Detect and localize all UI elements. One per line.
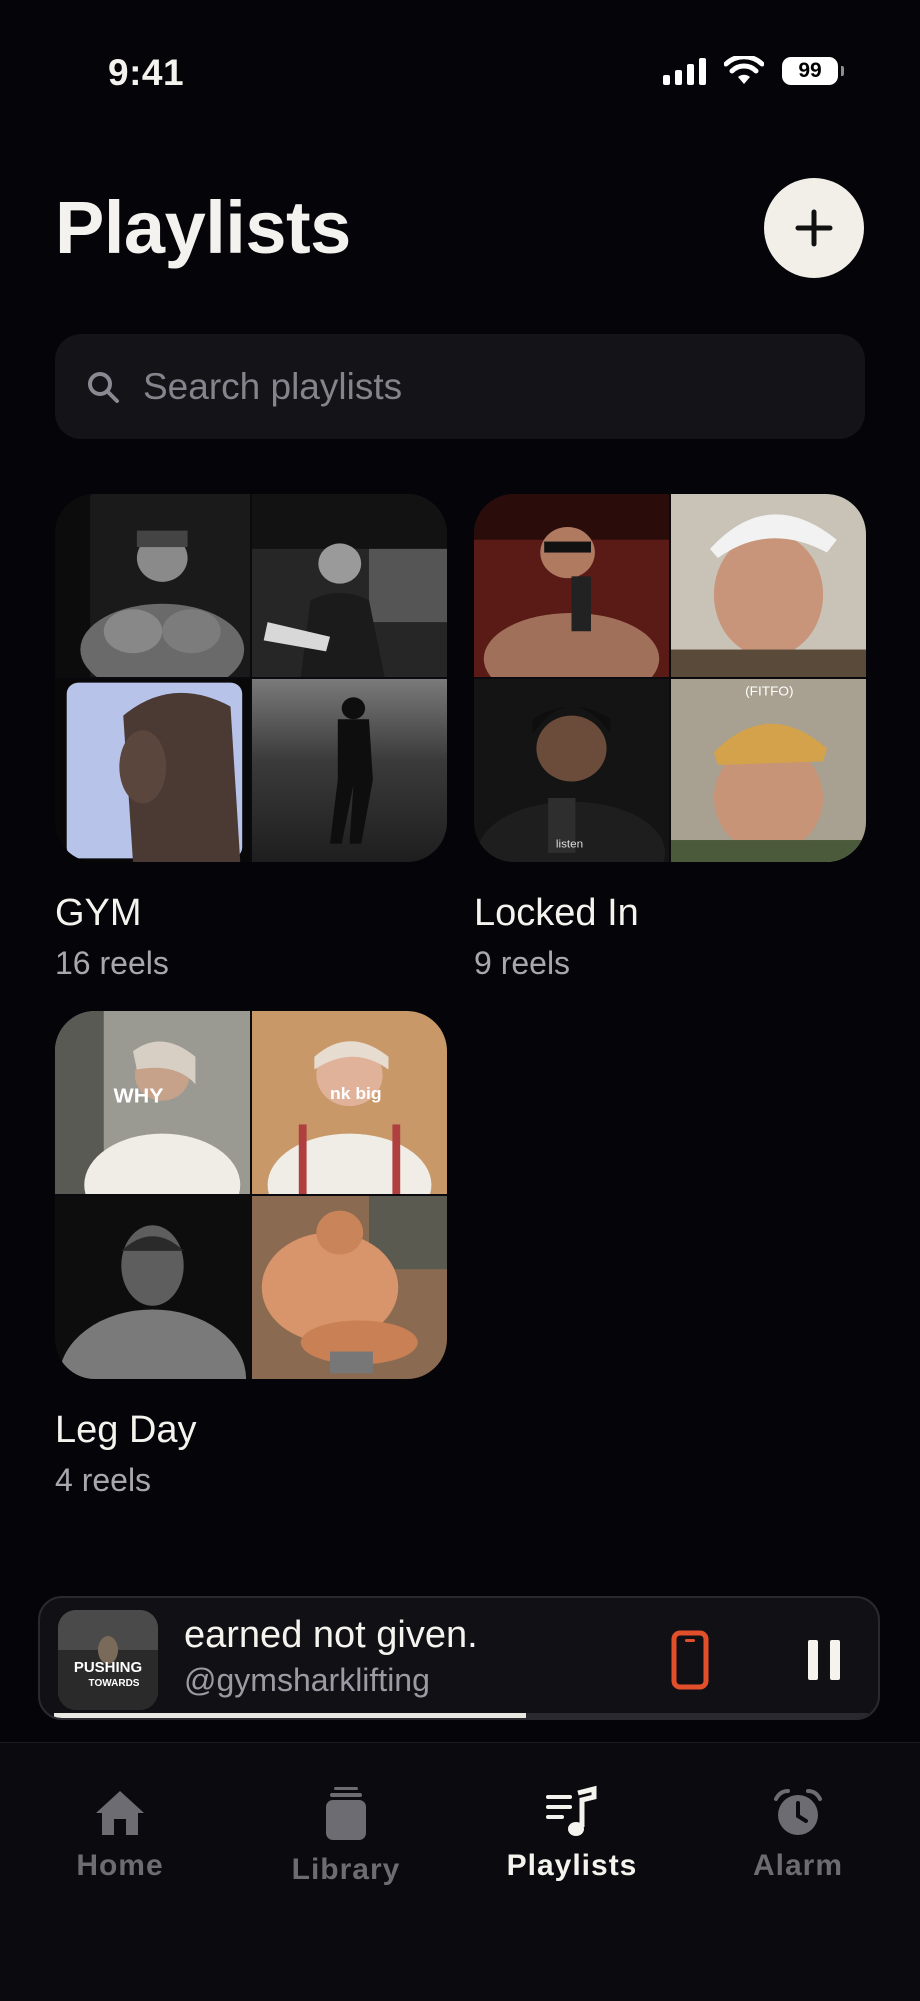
home-icon xyxy=(96,1791,144,1835)
tab-label: Alarm xyxy=(752,1849,844,1882)
thumbnail-caption: nk big xyxy=(330,1084,382,1102)
playlist-card-gym[interactable]: GYM 16 reels xyxy=(55,494,447,982)
artwork-text: TOWARDS xyxy=(89,1678,140,1689)
thumbnail-caption: (FITFO) xyxy=(745,684,793,699)
tab-label: Library xyxy=(291,1853,401,1886)
thumbnail xyxy=(55,679,250,862)
plus-icon xyxy=(795,209,833,247)
playlist-card-leg-day[interactable]: WHY nk big Leg Day 4 reels xyxy=(55,1011,447,1499)
now-playing-artist: @gymsharklifting xyxy=(184,1662,430,1698)
battery-icon: 99 xyxy=(782,57,844,85)
phone-device-icon[interactable] xyxy=(670,1630,710,1690)
playback-progress[interactable] xyxy=(54,1713,868,1718)
alarm-clock-icon xyxy=(774,1789,822,1835)
playlist-music-icon xyxy=(546,1785,597,1836)
thumbnail: (FITFO) xyxy=(671,679,866,862)
thumbnail-caption: WHY xyxy=(114,1085,164,1107)
playlist-name: Locked In xyxy=(474,892,639,934)
playlist-name: Leg Day xyxy=(55,1409,197,1451)
tab-label: Home xyxy=(76,1849,164,1882)
thumbnail xyxy=(55,1196,250,1379)
tab-home[interactable]: Home xyxy=(20,1785,220,1883)
search-input[interactable] xyxy=(141,364,825,409)
thumbnail xyxy=(252,1196,447,1379)
page-title: Playlists xyxy=(55,186,351,269)
thumbnail xyxy=(252,494,447,677)
status-time: 9:41 xyxy=(108,52,185,93)
tab-bar: Home Library Playlists Alarm xyxy=(0,1742,920,2001)
battery-level: 99 xyxy=(798,59,822,82)
pause-button[interactable] xyxy=(800,1634,848,1686)
thumbnail: listen xyxy=(474,679,669,862)
wifi-icon xyxy=(724,56,764,84)
playlist-count: 9 reels xyxy=(474,945,571,981)
thumbnail: nk big xyxy=(252,1011,447,1194)
library-icon xyxy=(326,1787,366,1840)
thumbnail: WHY xyxy=(55,1011,250,1194)
playlist-collage[interactable]: WHY nk big xyxy=(55,1011,447,1379)
now-playing-title: earned not given. xyxy=(184,1614,478,1656)
thumbnail xyxy=(671,494,866,677)
playlist-name: GYM xyxy=(55,892,142,934)
mini-player[interactable]: PUSHING TOWARDS earned not given. @gymsh… xyxy=(38,1596,880,1720)
tab-label: Playlists xyxy=(506,1849,638,1882)
search-icon xyxy=(88,371,119,403)
playback-progress-fill xyxy=(54,1713,527,1718)
playlist-count: 4 reels xyxy=(55,1462,152,1498)
tab-playlists[interactable]: Playlists xyxy=(472,1785,672,1883)
cellular-signal-icon xyxy=(663,57,706,85)
playlist-count: 16 reels xyxy=(55,945,169,981)
search-bar[interactable] xyxy=(55,334,865,439)
thumbnail xyxy=(474,494,669,677)
playlist-card-locked-in[interactable]: listen (FITFO) Locked In 9 reels xyxy=(474,494,866,982)
now-playing-artwork: PUSHING TOWARDS xyxy=(58,1610,158,1710)
thumbnail-caption: listen xyxy=(556,839,583,851)
tab-alarm[interactable]: Alarm xyxy=(698,1785,898,1883)
playlist-collage[interactable]: listen (FITFO) xyxy=(474,494,866,862)
thumbnail xyxy=(252,679,447,862)
status-indicators: 99 xyxy=(663,56,844,86)
playlist-collage[interactable] xyxy=(55,494,447,862)
add-playlist-button[interactable] xyxy=(764,178,864,278)
tab-library[interactable]: Library xyxy=(246,1785,446,1887)
thumbnail xyxy=(55,494,250,677)
artwork-text: PUSHING xyxy=(74,1659,142,1676)
